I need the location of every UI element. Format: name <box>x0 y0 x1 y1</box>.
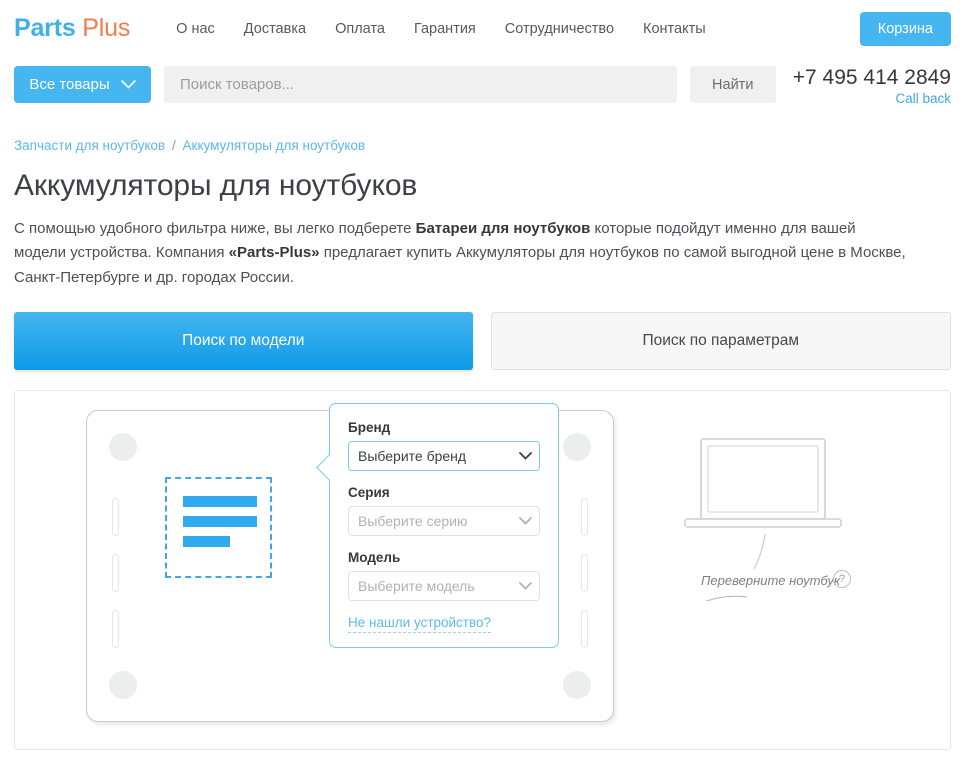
breadcrumb: Запчасти для ноутбуков / Аккумуляторы дл… <box>0 138 965 153</box>
site-logo[interactable]: Parts Plus <box>14 14 130 43</box>
phone-number[interactable]: +7 495 414 2849 <box>793 66 951 90</box>
nav-item-delivery[interactable]: Доставка <box>244 21 306 37</box>
sticker-label-highlight <box>165 477 272 578</box>
vent-slot-icon <box>581 610 588 648</box>
logo-text-plus: Plus <box>82 14 130 42</box>
callback-link[interactable]: Call back <box>793 91 951 107</box>
vent-slot-icon <box>581 554 588 592</box>
page-title: Аккумуляторы для ноутбуков <box>0 169 965 203</box>
tab-search-by-parameters[interactable]: Поиск по параметрам <box>491 312 952 370</box>
flip-instruction-text: Переверните ноутбук <box>701 573 840 588</box>
page-intro-text: С помощью удобного фильтра ниже, вы легк… <box>0 217 925 290</box>
contact-phone-block: +7 495 414 2849 Call back <box>793 66 951 107</box>
screw-icon <box>563 671 591 699</box>
intro-segment-1: С помощью удобного фильтра ниже, вы легк… <box>14 220 416 237</box>
vent-slot-icon <box>112 554 119 592</box>
label-bar-icon <box>183 496 257 507</box>
brand-field-label: Бренд <box>348 420 540 435</box>
search-input[interactable] <box>164 66 677 103</box>
search-submit-button[interactable]: Найти <box>690 66 776 103</box>
site-header: Parts Plus О нас Доставка Оплата Гаранти… <box>0 0 965 57</box>
vent-slot-icon <box>112 610 119 648</box>
help-question-icon[interactable]: ? <box>833 570 851 588</box>
brand-select[interactable]: Выберите бренд <box>348 441 540 471</box>
tab-search-by-model[interactable]: Поиск по модели <box>14 312 473 370</box>
vent-slot-icon <box>112 498 119 536</box>
breadcrumb-separator: / <box>172 138 176 153</box>
series-select-wrapper: Выберите серию <box>348 506 540 536</box>
model-field-label: Модель <box>348 550 540 565</box>
nav-item-about[interactable]: О нас <box>176 21 215 37</box>
brand-select-wrapper: Выберите бренд <box>348 441 540 471</box>
nav-item-payment[interactable]: Оплата <box>335 21 385 37</box>
all-goods-label: Все товары <box>29 76 109 93</box>
flip-laptop-illustration: Переверните ноутбук ? <box>647 421 937 681</box>
model-search-panel: Бренд Выберите бренд Серия Выберите сери… <box>14 390 951 750</box>
model-select[interactable]: Выберите модель <box>348 571 540 601</box>
intro-bold-company: «Parts-Plus» <box>229 244 320 261</box>
series-field-label: Серия <box>348 485 540 500</box>
label-bar-icon <box>183 516 257 527</box>
search-mode-tabs: Поиск по модели Поиск по параметрам <box>0 312 965 370</box>
main-navigation: О нас Доставка Оплата Гарантия Сотруднич… <box>176 21 706 37</box>
breadcrumb-parent-link[interactable]: Запчасти для ноутбуков <box>14 138 165 153</box>
vent-slot-icon <box>581 498 588 536</box>
model-select-wrapper: Выберите модель <box>348 571 540 601</box>
screw-icon <box>109 433 137 461</box>
all-goods-dropdown-button[interactable]: Все товары <box>14 66 151 103</box>
chevron-down-icon <box>121 76 136 93</box>
series-select[interactable]: Выберите серию <box>348 506 540 536</box>
screw-icon <box>109 671 137 699</box>
logo-text-parts: Parts <box>14 14 76 42</box>
nav-item-cooperation[interactable]: Сотрудничество <box>505 21 614 37</box>
intro-bold-batteries: Батареи для ноутбуков <box>416 220 591 237</box>
cart-button[interactable]: Корзина <box>860 12 951 46</box>
breadcrumb-current-link[interactable]: Аккумуляторы для ноутбуков <box>183 138 366 153</box>
search-bar: Все товары Найти +7 495 414 2849 Call ba… <box>0 66 965 124</box>
device-not-found-link[interactable]: Не нашли устройство? <box>348 615 491 633</box>
label-bar-icon <box>183 536 230 547</box>
device-selector-callout: Бренд Выберите бренд Серия Выберите сери… <box>329 403 559 648</box>
nav-item-contacts[interactable]: Контакты <box>643 21 706 37</box>
nav-item-warranty[interactable]: Гарантия <box>414 21 476 37</box>
screw-icon <box>563 433 591 461</box>
